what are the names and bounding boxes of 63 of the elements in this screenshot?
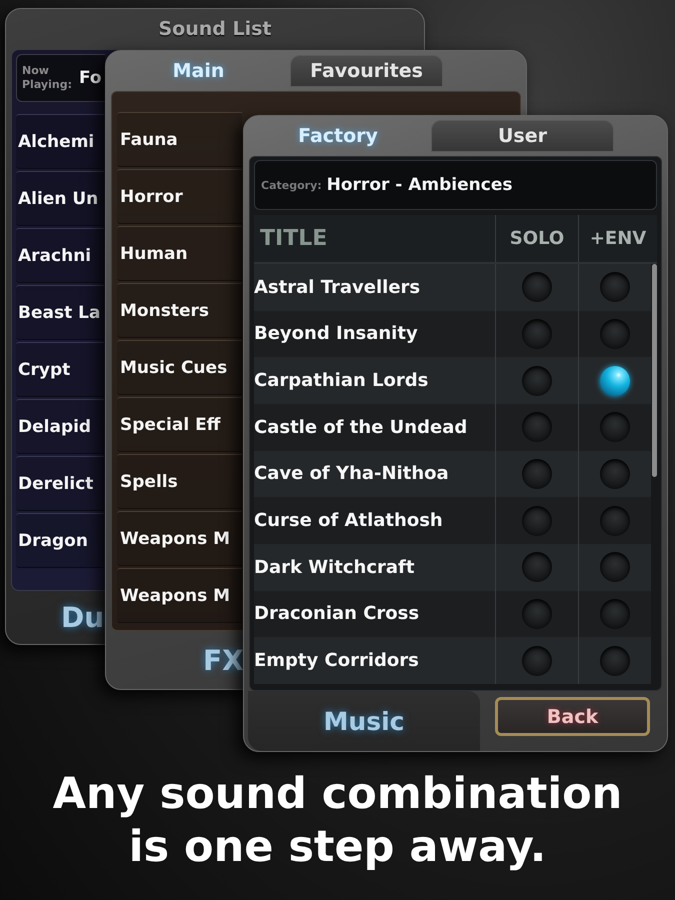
- table-row[interactable]: Curse of Atlathosh: [254, 497, 651, 544]
- solo-radio-button[interactable]: [522, 458, 552, 489]
- footer-label: FX: [203, 644, 244, 676]
- table-row[interactable]: Dark Witchcraft: [254, 544, 651, 591]
- env-radio-button[interactable]: [600, 506, 630, 536]
- list-item[interactable]: Horror: [117, 169, 242, 224]
- list-item[interactable]: Arachni: [16, 228, 104, 283]
- env-radio-button[interactable]: [600, 412, 630, 442]
- footer-label: Music: [324, 706, 404, 736]
- category-value: Horror - Ambiences: [326, 175, 512, 195]
- list-item[interactable]: Human: [117, 226, 242, 281]
- track-title: Empty Corridors: [254, 637, 496, 684]
- list-item[interactable]: Alchemi: [16, 114, 104, 169]
- env-radio-button[interactable]: [600, 598, 630, 629]
- footer-label: Du: [61, 601, 104, 634]
- list-item[interactable]: Music Cues: [117, 340, 242, 395]
- tab[interactable]: Main: [110, 53, 287, 89]
- tab[interactable]: Factory: [248, 118, 428, 154]
- table-row[interactable]: Empty Corridors: [254, 637, 651, 684]
- list-item[interactable]: Monsters: [117, 283, 242, 338]
- solo-radio-button[interactable]: [522, 552, 552, 582]
- list-item[interactable]: Crypt: [16, 342, 104, 397]
- column-header: TITLE: [254, 215, 496, 262]
- table-row[interactable]: Carpathian Lords: [254, 357, 651, 404]
- back-button[interactable]: Back: [495, 697, 650, 736]
- now-playing-value: Fo: [79, 68, 102, 88]
- table-row[interactable]: Cave of Yha-Nithoa: [254, 450, 651, 498]
- list-item[interactable]: Derelict: [16, 456, 104, 511]
- table-row[interactable]: Castle of the Undead: [254, 404, 651, 451]
- env-radio-button[interactable]: [600, 646, 630, 676]
- solo-radio-button[interactable]: [522, 598, 552, 629]
- env-radio-button[interactable]: [600, 366, 630, 396]
- list-item[interactable]: Alien Un: [16, 171, 104, 226]
- table-row[interactable]: Astral Travellers: [254, 264, 651, 311]
- list-item[interactable]: Fauna: [117, 112, 242, 167]
- solo-radio-button[interactable]: [522, 318, 552, 349]
- list-item[interactable]: Weapons M: [117, 511, 242, 566]
- solo-radio-button[interactable]: [522, 412, 552, 442]
- column-header: SOLO: [496, 215, 579, 262]
- panel-title: Sound List: [157, 17, 273, 42]
- category-label: Category:: [261, 178, 322, 192]
- env-radio-button[interactable]: [600, 458, 630, 489]
- env-radio-button[interactable]: [600, 552, 630, 582]
- now-playing-label: Now Playing:: [22, 64, 73, 92]
- caption-text: Any sound combination is one step away.: [52, 768, 624, 874]
- table-row[interactable]: Draconian Cross: [254, 590, 651, 638]
- table-row[interactable]: Beyond Insanity: [254, 310, 651, 358]
- list-item[interactable]: Delapid: [16, 399, 104, 454]
- solo-radio-button[interactable]: [522, 646, 552, 676]
- env-radio-button[interactable]: [600, 318, 630, 349]
- solo-radio-button[interactable]: [522, 366, 552, 396]
- env-radio-button[interactable]: [600, 272, 630, 302]
- tab[interactable]: Favourites: [290, 55, 443, 87]
- list-item[interactable]: Beast La: [16, 285, 104, 340]
- scrollbar-thumb[interactable]: [652, 264, 657, 477]
- solo-radio-button[interactable]: [522, 272, 552, 302]
- list-item[interactable]: Spells: [117, 454, 242, 509]
- list-item[interactable]: Special Eff: [117, 397, 242, 452]
- column-header: +ENV: [588, 227, 648, 251]
- list-item[interactable]: Weapons M: [117, 568, 242, 623]
- list-item[interactable]: Dragon: [16, 513, 104, 568]
- tab[interactable]: User: [431, 120, 614, 152]
- solo-radio-button[interactable]: [522, 506, 552, 536]
